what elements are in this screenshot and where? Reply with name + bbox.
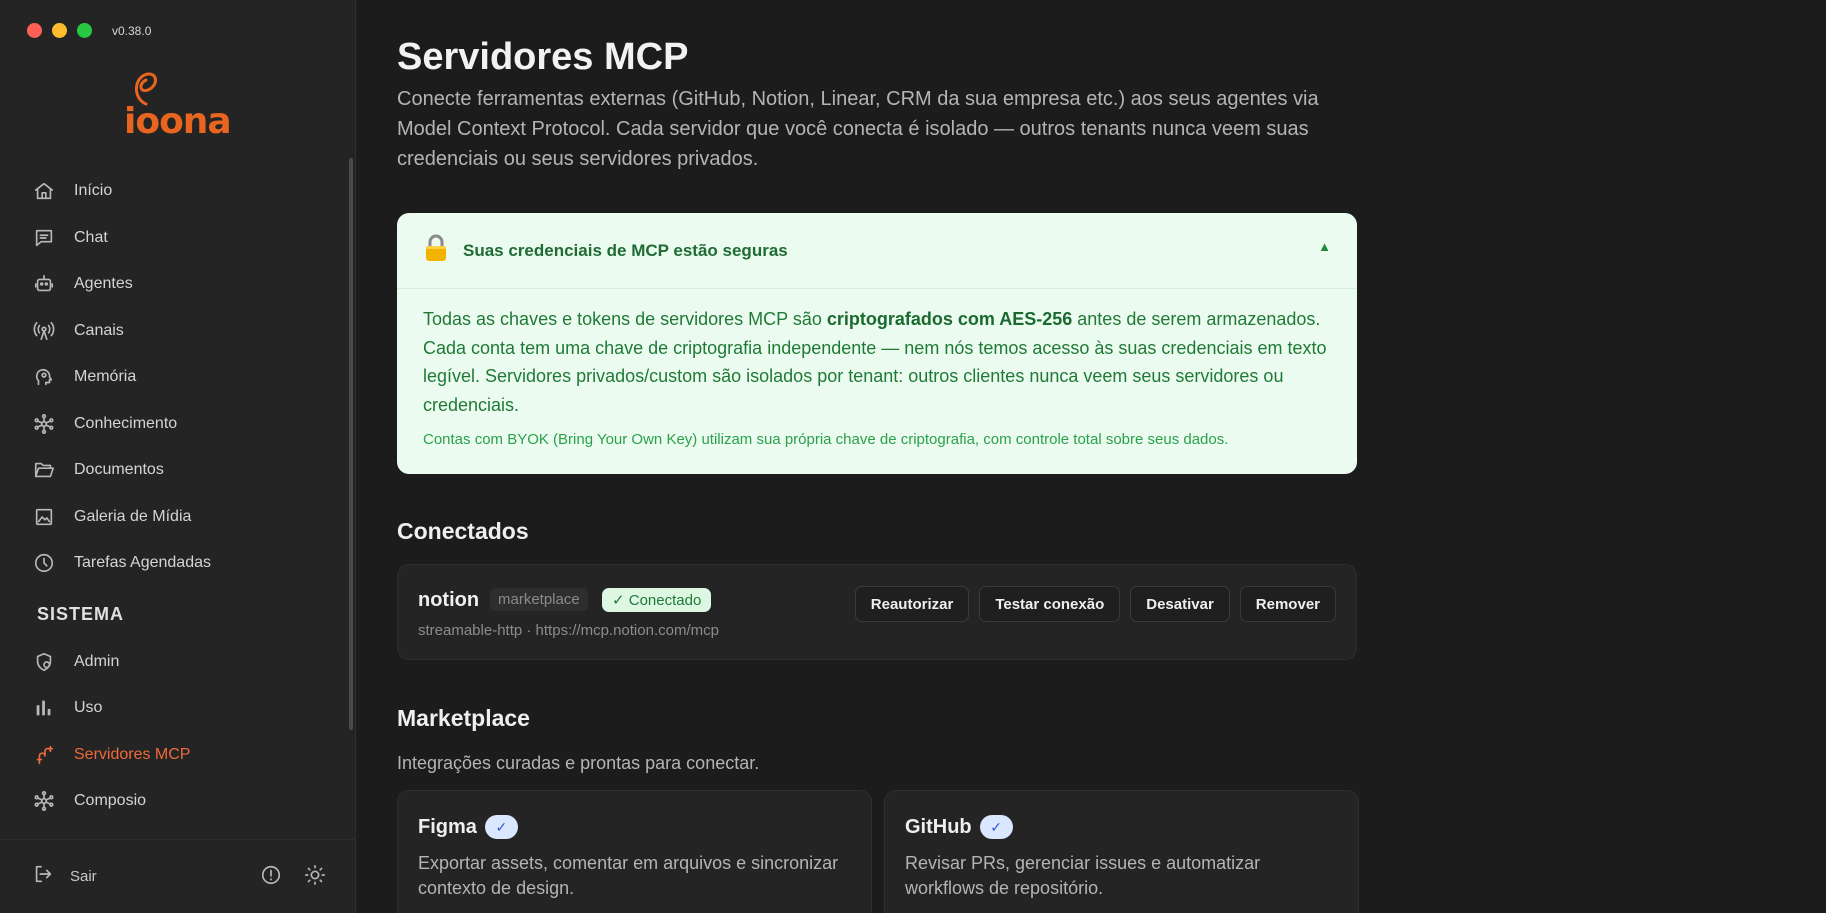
sidebar: v0.38.0 ioona Início Chat Agentes Canais…: [0, 0, 356, 913]
sidebar-item-conhecimento[interactable]: Conhecimento: [0, 401, 350, 448]
server-actions: Reautorizar Testar conexão Desativar Rem…: [854, 586, 1336, 622]
marketplace-card-description: Revisar PRs, gerenciar issues e automati…: [905, 853, 1261, 898]
sidebar-item-galeria[interactable]: Galeria de Mídia: [0, 494, 350, 541]
sidebar-item-label: Memória: [74, 368, 137, 386]
security-body-emphasis: criptografados com AES-256: [826, 309, 1073, 329]
security-notice-header[interactable]: Suas credenciais de MCP estão seguras ▲: [397, 213, 1357, 289]
sidebar-item-servidores-mcp[interactable]: Servidores MCP: [0, 732, 350, 779]
sidebar-scrollbar[interactable]: [349, 158, 353, 730]
marketplace-card-github[interactable]: GitHub ✓ Revisar PRs, gerenciar issues e …: [884, 790, 1359, 913]
sidebar-section-title: SISTEMA: [37, 604, 125, 624]
folder-icon: [32, 458, 56, 482]
sidebar-item-label: Servidores MCP: [74, 745, 191, 763]
sidebar-item-canais[interactable]: Canais: [0, 308, 350, 355]
server-name: notion: [418, 589, 480, 611]
server-details: streamable-http · https://mcp.notion.com…: [418, 622, 719, 639]
sidebar-footer: Sair: [0, 839, 356, 913]
sidebar-nav: Início Chat Agentes Canais Memória Conhe…: [0, 168, 350, 825]
marketplace-card-description: Exportar assets, comentar em arquivos e …: [418, 853, 839, 898]
image-icon: [32, 505, 56, 529]
sidebar-item-agentes[interactable]: Agentes: [0, 261, 350, 308]
sidebar-item-uso[interactable]: Uso: [0, 685, 350, 732]
lock-icon: [423, 234, 449, 267]
sidebar-item-label: Admin: [74, 652, 120, 670]
plug-icon: [32, 743, 56, 767]
page-title: Servidores MCP: [397, 36, 689, 78]
bar-chart-icon: [32, 696, 56, 720]
sidebar-item-memoria[interactable]: Memória: [0, 354, 350, 401]
logout-button[interactable]: Sair: [70, 868, 97, 885]
sidebar-item-label: Uso: [74, 699, 103, 717]
brand-name: ioona: [124, 101, 232, 142]
theme-toggle-sun-icon[interactable]: [304, 864, 326, 891]
broadcast-icon: [32, 319, 56, 343]
shield-user-icon: [32, 650, 56, 674]
sidebar-item-admin[interactable]: Admin: [0, 639, 350, 686]
status-badge: ✓ Conectado: [602, 588, 712, 612]
marketplace-subtitle: Integrações curadas e prontas para conec…: [397, 753, 760, 773]
sidebar-item-composio[interactable]: Composio: [0, 778, 350, 825]
security-notice-title: Suas credenciais de MCP estão seguras: [463, 240, 788, 260]
connected-heading: Conectados: [397, 518, 529, 544]
minimize-window-button[interactable]: [52, 23, 67, 38]
sidebar-item-label: Composio: [74, 792, 147, 810]
close-window-button[interactable]: [27, 23, 42, 38]
sidebar-item-documentos[interactable]: Documentos: [0, 447, 350, 494]
marketplace-card-name: Figma: [418, 815, 477, 838]
security-notice-body: Todas as chaves e tokens de servidores M…: [397, 289, 1357, 419]
sidebar-item-label: Conhecimento: [74, 414, 178, 432]
sidebar-item-label: Canais: [74, 321, 124, 339]
robot-icon: [32, 272, 56, 296]
remove-button[interactable]: Remover: [1239, 586, 1336, 622]
home-icon: [32, 179, 56, 203]
sidebar-item-label: Documentos: [74, 461, 164, 479]
disable-button[interactable]: Desativar: [1130, 586, 1230, 622]
footer-icons: [260, 864, 326, 891]
brand-logo[interactable]: ioona: [122, 68, 232, 148]
sidebar-item-label: Chat: [74, 228, 108, 246]
window-controls: v0.38.0: [27, 23, 151, 38]
sidebar-item-chat[interactable]: Chat: [0, 215, 350, 262]
network-icon: [32, 412, 56, 436]
chat-icon: [32, 226, 56, 250]
security-notice-footnote: Contas com BYOK (Bring Your Own Key) uti…: [423, 431, 1229, 448]
sidebar-item-tarefas[interactable]: Tarefas Agendadas: [0, 540, 350, 587]
connected-server-card: notion marketplace ✓ Conectado streamabl…: [397, 564, 1357, 660]
reauthorize-button[interactable]: Reautorizar: [854, 586, 970, 622]
network-icon: [32, 789, 56, 813]
sidebar-item-inicio[interactable]: Início: [0, 168, 350, 215]
source-badge: marketplace: [490, 588, 588, 611]
security-body-text: Todas as chaves e tokens de servidores M…: [423, 309, 827, 329]
maximize-window-button[interactable]: [77, 23, 92, 38]
test-connection-button[interactable]: Testar conexão: [979, 586, 1121, 622]
marketplace-heading: Marketplace: [397, 705, 530, 731]
security-notice-panel: Suas credenciais de MCP estão seguras ▲ …: [397, 213, 1357, 474]
clock-icon: [32, 551, 56, 575]
marketplace-card-figma[interactable]: Figma ✓ Exportar assets, comentar em arqu…: [397, 790, 872, 913]
brain-icon: [32, 365, 56, 389]
sidebar-item-label: Agentes: [74, 275, 133, 293]
logout-icon[interactable]: [32, 863, 54, 890]
alert-icon[interactable]: [260, 864, 282, 891]
sidebar-item-label: Início: [74, 182, 113, 200]
collapse-toggle-icon[interactable]: ▲: [1318, 239, 1331, 254]
marketplace-card-name: GitHub: [905, 815, 972, 838]
verified-check-icon: ✓: [979, 815, 1013, 839]
sidebar-item-label: Galeria de Mídia: [74, 507, 192, 525]
page-description: Conecte ferramentas externas (GitHub, No…: [397, 88, 1319, 170]
verified-check-icon: ✓: [484, 815, 518, 839]
app-version: v0.38.0: [112, 23, 152, 38]
sidebar-item-label: Tarefas Agendadas: [74, 554, 211, 572]
